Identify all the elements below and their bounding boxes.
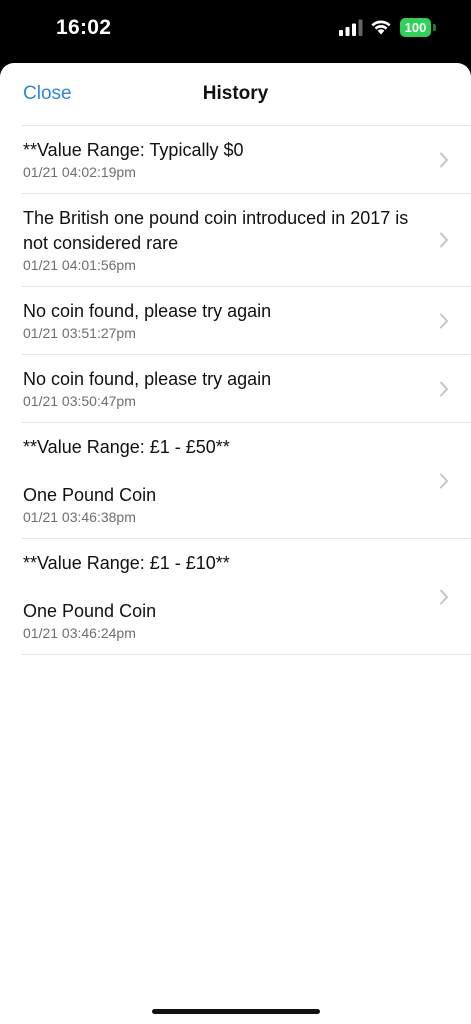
chevron-right-icon bbox=[440, 589, 448, 604]
history-item-time: 01/21 03:50:47pm bbox=[23, 393, 136, 409]
wifi-icon bbox=[371, 20, 391, 35]
history-item[interactable]: **Value Range: Typically $0 01/21 04:02:… bbox=[22, 126, 471, 194]
history-item-time: 01/21 03:46:38pm bbox=[23, 509, 136, 525]
chevron-right-icon bbox=[440, 232, 448, 248]
status-time: 16:02 bbox=[56, 16, 112, 39]
battery-cap bbox=[433, 24, 436, 31]
history-list: **Value Range: Typically $0 01/21 04:02:… bbox=[22, 125, 471, 655]
history-sheet: Close History **Value Range: Typically $… bbox=[0, 63, 471, 1024]
battery-level: 100 bbox=[400, 18, 431, 37]
status-bar: 16:02 100 bbox=[0, 0, 471, 62]
history-item-title: The British one pound coin introduced in… bbox=[23, 208, 409, 253]
history-item-title: **Value Range: Typically $0 bbox=[23, 140, 244, 160]
history-item-time: 01/21 04:01:56pm bbox=[23, 257, 136, 273]
cellular-signal-icon bbox=[339, 19, 363, 36]
history-item-title: No coin found, please try again bbox=[23, 301, 272, 321]
history-item[interactable]: **Value Range: £1 - £10** One Pound Coin… bbox=[22, 539, 471, 655]
chevron-right-icon bbox=[440, 381, 448, 396]
history-item-time: 01/21 03:51:27pm bbox=[23, 325, 136, 341]
home-indicator[interactable] bbox=[152, 1009, 320, 1014]
nav-bar: Close History bbox=[0, 63, 471, 125]
history-item-time: 01/21 04:02:19pm bbox=[23, 164, 136, 180]
page-title: History bbox=[202, 83, 269, 104]
chevron-right-icon bbox=[440, 473, 448, 488]
history-item[interactable]: **Value Range: £1 - £50** One Pound Coin… bbox=[22, 423, 471, 539]
battery-icon: 100 bbox=[400, 18, 436, 37]
history-item-title: **Value Range: £1 - £50** One Pound Coin bbox=[23, 437, 230, 505]
history-item[interactable]: No coin found, please try again 01/21 03… bbox=[22, 287, 471, 355]
history-item[interactable]: The British one pound coin introduced in… bbox=[22, 194, 471, 287]
history-item[interactable]: No coin found, please try again 01/21 03… bbox=[22, 355, 471, 423]
chevron-right-icon bbox=[440, 313, 448, 328]
history-item-title: **Value Range: £1 - £10** One Pound Coin bbox=[23, 553, 230, 621]
history-item-title: No coin found, please try again bbox=[23, 369, 272, 389]
history-item-time: 01/21 03:46:24pm bbox=[23, 625, 136, 641]
chevron-right-icon bbox=[440, 152, 448, 167]
